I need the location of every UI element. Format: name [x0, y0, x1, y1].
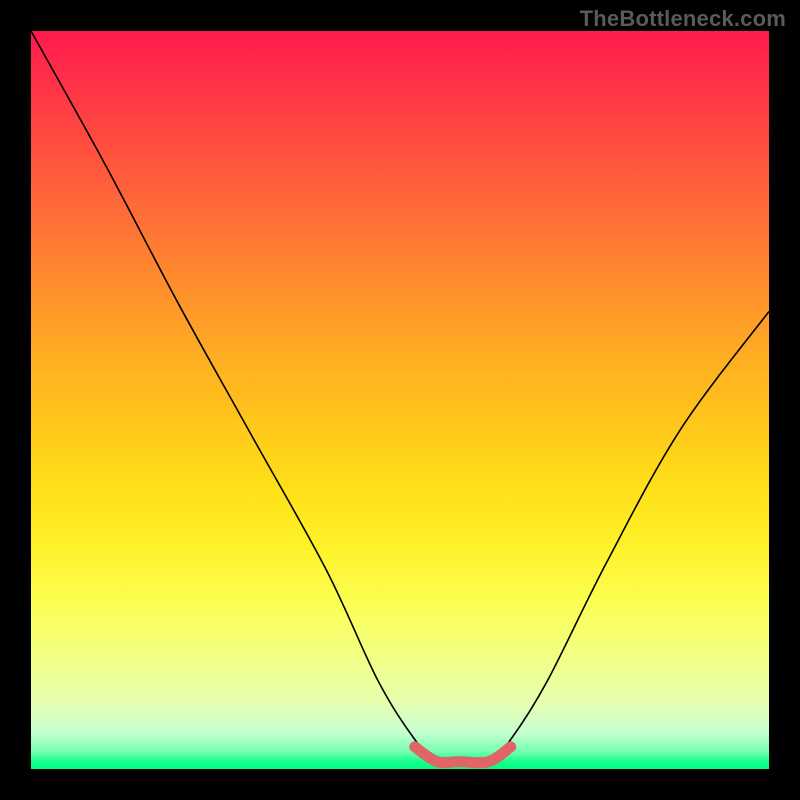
bottleneck-curve-path [31, 31, 769, 763]
chart-svg [31, 31, 769, 769]
optimal-highlight-path [415, 747, 511, 763]
chart-plot-area [31, 31, 769, 769]
watermark-label: TheBottleneck.com [580, 6, 786, 32]
